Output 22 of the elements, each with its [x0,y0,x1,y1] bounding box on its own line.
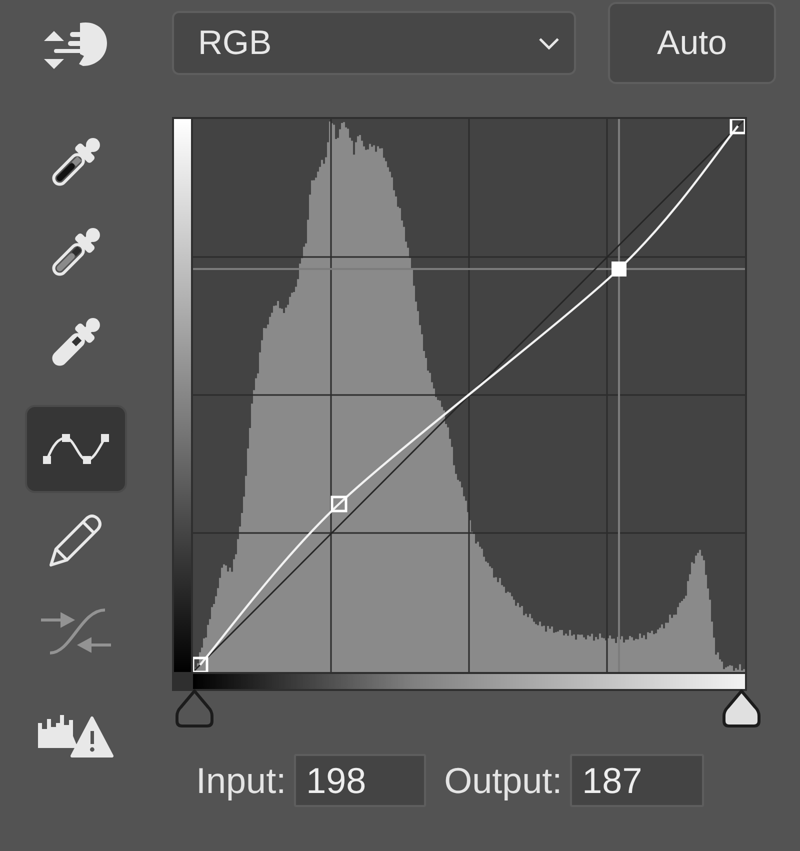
hand-arrows-icon [44,21,108,69]
curve-point-handle[interactable] [612,262,626,276]
curve-point-handle[interactable] [330,496,348,512]
clipping-warning-button[interactable] [38,714,114,758]
auto-button[interactable]: Auto [608,2,776,84]
curve-point-handle[interactable] [193,656,208,672]
input-field[interactable]: 198 [294,754,426,807]
s-curve-arrows-icon [41,608,111,654]
shadow-input-handle[interactable] [174,689,215,728]
channel-dropdown[interactable]: RGB [172,11,576,75]
curve-icon [42,432,110,466]
chevron-down-icon [538,36,560,50]
targeted-adjustment-button[interactable] [44,21,108,69]
point-curve-button[interactable] [25,405,127,493]
pencil-button[interactable] [48,512,104,568]
curve-point-handle[interactable] [730,119,745,134]
histogram-warning-icon [38,714,114,758]
output-label: Output: [444,760,562,802]
output-field[interactable]: 187 [570,754,704,807]
pencil-icon [48,512,104,568]
highlight-input-handle[interactable] [721,689,762,728]
input-label: Input: [196,760,286,802]
